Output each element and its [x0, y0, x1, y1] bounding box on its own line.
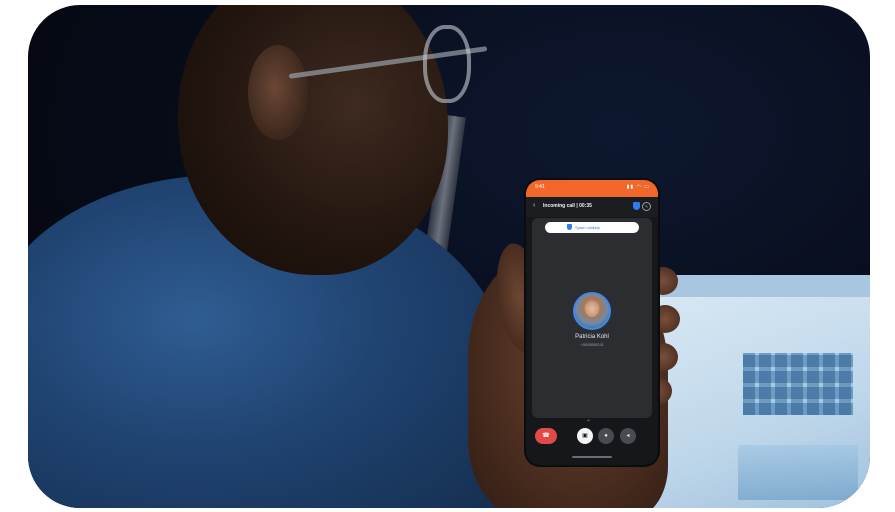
- status-time: 9:41: [535, 184, 545, 190]
- avatar-face: [585, 301, 599, 317]
- monitor-grid: [743, 353, 853, 415]
- speaker-button[interactable]: ◂: [620, 428, 636, 444]
- back-arrow-icon[interactable]: ‹: [533, 202, 535, 209]
- smartphone: 9:41 ▮▮ ◠ ▭ ‹ Incoming call | 00:35 ✎ Sp…: [526, 180, 658, 465]
- call-title: Incoming call | 00:35: [543, 203, 592, 209]
- spam-shield-icon: [567, 224, 572, 230]
- person-ear: [248, 45, 308, 140]
- chevron-up-icon[interactable]: ⌃: [586, 419, 591, 426]
- monitor-chart: [738, 445, 858, 500]
- call-panel: Spam unlikely Patricia Kohl +18005550101: [532, 218, 652, 418]
- end-call-button[interactable]: ☎: [535, 428, 557, 444]
- caller-name: Patricia Kohl: [575, 334, 609, 340]
- video-button[interactable]: ▣: [577, 428, 593, 444]
- shield-icon: [633, 202, 640, 210]
- mic-button[interactable]: ●: [598, 428, 614, 444]
- spam-status-text: Spam unlikely: [575, 225, 600, 230]
- status-bar: 9:41 ▮▮ ◠ ▭: [526, 180, 658, 197]
- call-controls: ☎ ▣ ● ◂: [526, 428, 658, 450]
- call-header: ‹ Incoming call | 00:35 ✎: [526, 197, 658, 217]
- photo-frame: 9:41 ▮▮ ◠ ▭ ‹ Incoming call | 00:35 ✎ Sp…: [28, 5, 870, 508]
- caller-avatar: [573, 292, 611, 330]
- caller-number: +18005550101: [580, 343, 604, 347]
- home-indicator: [572, 456, 612, 458]
- glasses-lens: [423, 25, 471, 103]
- spam-status-pill: Spam unlikely: [545, 222, 639, 233]
- status-icons: ▮▮ ◠ ▭: [626, 184, 650, 190]
- edit-icon[interactable]: ✎: [642, 202, 651, 211]
